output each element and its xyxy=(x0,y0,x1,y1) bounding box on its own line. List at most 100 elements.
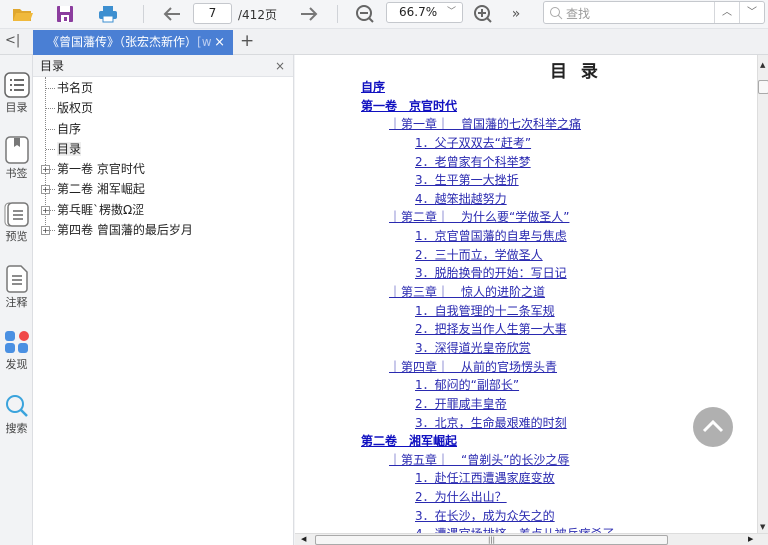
rail-item-bookmark[interactable]: 书签 xyxy=(0,136,33,181)
toc-link[interactable]: 2．把择友当作人生第一大事 xyxy=(295,320,757,339)
toc-link-text[interactable]: 第二卷 湘军崛起 xyxy=(361,434,457,448)
toc-link[interactable]: 3．北京，生命最艰难的时刻 xyxy=(295,414,757,433)
toc-link-text[interactable]: 3．脱胎换骨的开始：写日记 xyxy=(415,266,567,280)
toc-link-text[interactable]: ｜第一章｜ 曾国藩的七次科举之痛 xyxy=(389,117,581,131)
toc-tree-item[interactable]: 自序 xyxy=(33,119,293,139)
toc-tree-item[interactable]: + 第四卷 曾国藩的最后岁月 xyxy=(33,220,293,240)
chevron-up-icon xyxy=(702,419,724,433)
toc-link-text[interactable]: 1．郁闷的“副部长” xyxy=(415,378,519,392)
toc-link[interactable]: ｜第一章｜ 曾国藩的七次科举之痛 xyxy=(295,115,757,134)
toc-link-text[interactable]: 1．京官曾国藩的自卑与焦虑 xyxy=(415,229,567,243)
toc-link-text[interactable]: 2．三十而立，学做圣人 xyxy=(415,248,543,262)
toc-link-text[interactable]: ｜第五章｜ “曾剃头”的长沙之辱 xyxy=(389,453,569,467)
toc-link[interactable]: 第二卷 湘军崛起 xyxy=(295,432,757,451)
toc-link[interactable]: 1．自我管理的十二条军规 xyxy=(295,302,757,321)
bookmark-icon xyxy=(4,136,29,164)
toc-link-text[interactable]: 3．生平第一大挫折 xyxy=(415,173,519,187)
toc-link[interactable]: 2．开罪咸丰皇帝 xyxy=(295,395,757,414)
print-icon[interactable] xyxy=(96,3,120,25)
scroll-thumb[interactable]: ||| xyxy=(315,535,668,545)
scroll-down-icon[interactable]: ▼ xyxy=(760,523,765,531)
toc-link[interactable]: 2．老曾家有个科举梦 xyxy=(295,153,757,172)
rail-item-toc[interactable]: 目录 xyxy=(0,72,33,115)
zoom-out-icon[interactable] xyxy=(353,3,377,25)
toc-tree-item[interactable]: 目录 xyxy=(33,139,293,159)
toc-tree: 书名页 版权页 自序 目录 + 第一卷 京官时代 + 第二卷 湘军崛起 + 第乓睚`楞擞Ω涩 + 第四… xyxy=(33,77,293,240)
zoom-in-icon[interactable] xyxy=(471,3,495,25)
toc-link[interactable]: 2．三十而立，学做圣人 xyxy=(295,246,757,265)
rail-item-notes[interactable]: 注释 xyxy=(0,265,33,310)
toc-link-text[interactable]: 自序 xyxy=(361,80,385,94)
toc-link[interactable]: 3．生平第一大挫折 xyxy=(295,171,757,190)
toc-tree-item[interactable]: + 第二卷 湘军崛起 xyxy=(33,179,293,199)
toc-link[interactable]: 3．深得道光皇帝欣赏 xyxy=(295,339,757,358)
toc-link[interactable]: 4．越笨拙越努力 xyxy=(295,190,757,209)
toc-link[interactable]: 3．在长沙，成为众矢之的 xyxy=(295,507,757,526)
toc-link-text[interactable]: 2．老曾家有个科举梦 xyxy=(415,155,531,169)
search-prev-button[interactable]: ︿ xyxy=(714,2,739,23)
scroll-up-icon[interactable]: ▲ xyxy=(760,61,765,69)
search-input[interactable]: 查找 xyxy=(566,5,590,22)
scroll-right-icon[interactable]: ▶ xyxy=(748,535,753,543)
document-view: 目 录 自序 第一卷 京官时代 ｜第一章｜ 曾国藩的七次科举之痛 1．父子双双去“赶考… xyxy=(295,55,757,533)
toc-link[interactable]: 自序 xyxy=(295,78,757,97)
toc-link-text[interactable]: 1．自我管理的十二条军规 xyxy=(415,304,555,318)
toc-link[interactable]: 4．遭遇官场排挤，差点儿被兵痞杀了 xyxy=(295,525,757,533)
toc-link-text[interactable]: 2．开罪咸丰皇帝 xyxy=(415,397,507,411)
back-to-top-button[interactable] xyxy=(693,407,733,447)
scroll-left-icon[interactable]: ◀ xyxy=(301,535,306,543)
toc-link[interactable]: 1．赴任江西遭遇家庭变故 xyxy=(295,469,757,488)
toc-link[interactable]: 2．为什么出山？ xyxy=(295,488,757,507)
toc-link-text[interactable]: 3．北京，生命最艰难的时刻 xyxy=(415,416,567,430)
toc-link-text[interactable]: 1．赴任江西遭遇家庭变故 xyxy=(415,471,555,485)
toc-link-text[interactable]: 3．深得道光皇帝欣赏 xyxy=(415,341,531,355)
toc-link[interactable]: ｜第四章｜ 从前的官场愣头青 xyxy=(295,358,757,377)
toc-link[interactable]: 3．脱胎换骨的开始：写日记 xyxy=(295,264,757,283)
toc-link[interactable]: ｜第五章｜ “曾剃头”的长沙之辱 xyxy=(295,451,757,470)
prev-page-button[interactable] xyxy=(160,3,184,25)
more-tools-button[interactable]: » xyxy=(506,3,526,25)
search-next-button[interactable]: ﹀ xyxy=(739,2,764,23)
toc-link-text[interactable]: 3．在长沙，成为众矢之的 xyxy=(415,509,555,523)
horizontal-scrollbar[interactable]: ◀ ||| ▶ xyxy=(295,533,768,545)
close-sidebar-icon[interactable]: × xyxy=(275,55,285,77)
toc-tree-label: 第乓睚`楞擞Ω涩 xyxy=(57,202,145,217)
search-icon xyxy=(5,395,28,417)
toc-link[interactable]: 1．京官曾国藩的自卑与焦虑 xyxy=(295,227,757,246)
toc-link[interactable]: ｜第二章｜ 为什么要“学做圣人” xyxy=(295,208,757,227)
close-tab-icon[interactable]: × xyxy=(214,30,225,55)
rail-item-discover[interactable]: 发现 xyxy=(0,329,33,372)
toc-link[interactable]: 1．父子双双去“赶考” xyxy=(295,134,757,153)
toc-tree-item[interactable]: + 第乓睚`楞擞Ω涩 xyxy=(33,200,293,220)
scroll-thumb[interactable] xyxy=(758,80,768,94)
toc-link-text[interactable]: ｜第二章｜ 为什么要“学做圣人” xyxy=(389,210,569,224)
search-box[interactable]: 查找 ︿ ﹀ xyxy=(543,1,765,24)
zoom-select[interactable]: 66.7% ﹀ xyxy=(386,2,463,23)
save-icon[interactable] xyxy=(53,3,77,25)
next-page-button[interactable] xyxy=(297,3,321,25)
toc-tree-item[interactable]: 书名页 xyxy=(33,78,293,98)
tab-document[interactable]: 《曾国藩传》（张宏杰新作）[w × xyxy=(33,30,233,55)
new-tab-button[interactable]: + xyxy=(240,31,254,51)
toc-tree-item[interactable]: 版权页 xyxy=(33,98,293,118)
toc-link[interactable]: 1．郁闷的“副部长” xyxy=(295,376,757,395)
vertical-scrollbar[interactable]: ▲ ▼ xyxy=(757,55,768,533)
collapse-sidebar-icon[interactable]: <| xyxy=(5,33,20,48)
toc-tree-item[interactable]: + 第一卷 京官时代 xyxy=(33,159,293,179)
rail-label: 发现 xyxy=(5,358,28,371)
open-folder-icon[interactable] xyxy=(10,3,36,25)
toc-link-text[interactable]: 2．为什么出山？ xyxy=(415,490,507,504)
toc-link-text[interactable]: ｜第四章｜ 从前的官场愣头青 xyxy=(389,360,557,374)
toc-link[interactable]: ｜第三章｜ 惊人的进阶之道 xyxy=(295,283,757,302)
toc-link-text[interactable]: 4．越笨拙越努力 xyxy=(415,192,507,206)
left-rail: 目录 书签 预览 注释 发现 搜索 xyxy=(0,55,33,545)
page-number-input[interactable]: 7 xyxy=(193,3,232,24)
rail-item-preview[interactable]: 预览 xyxy=(0,201,33,244)
toc-link-text[interactable]: 2．把择友当作人生第一大事 xyxy=(415,322,567,336)
toc-link-text[interactable]: 1．父子双双去“赶考” xyxy=(415,136,531,150)
search-icon xyxy=(550,7,563,20)
rail-item-search[interactable]: 搜索 xyxy=(0,393,33,436)
toc-link[interactable]: 第一卷 京官时代 xyxy=(295,97,757,116)
toc-link-text[interactable]: 第一卷 京官时代 xyxy=(361,99,457,113)
toc-link-text[interactable]: ｜第三章｜ 惊人的进阶之道 xyxy=(389,285,545,299)
